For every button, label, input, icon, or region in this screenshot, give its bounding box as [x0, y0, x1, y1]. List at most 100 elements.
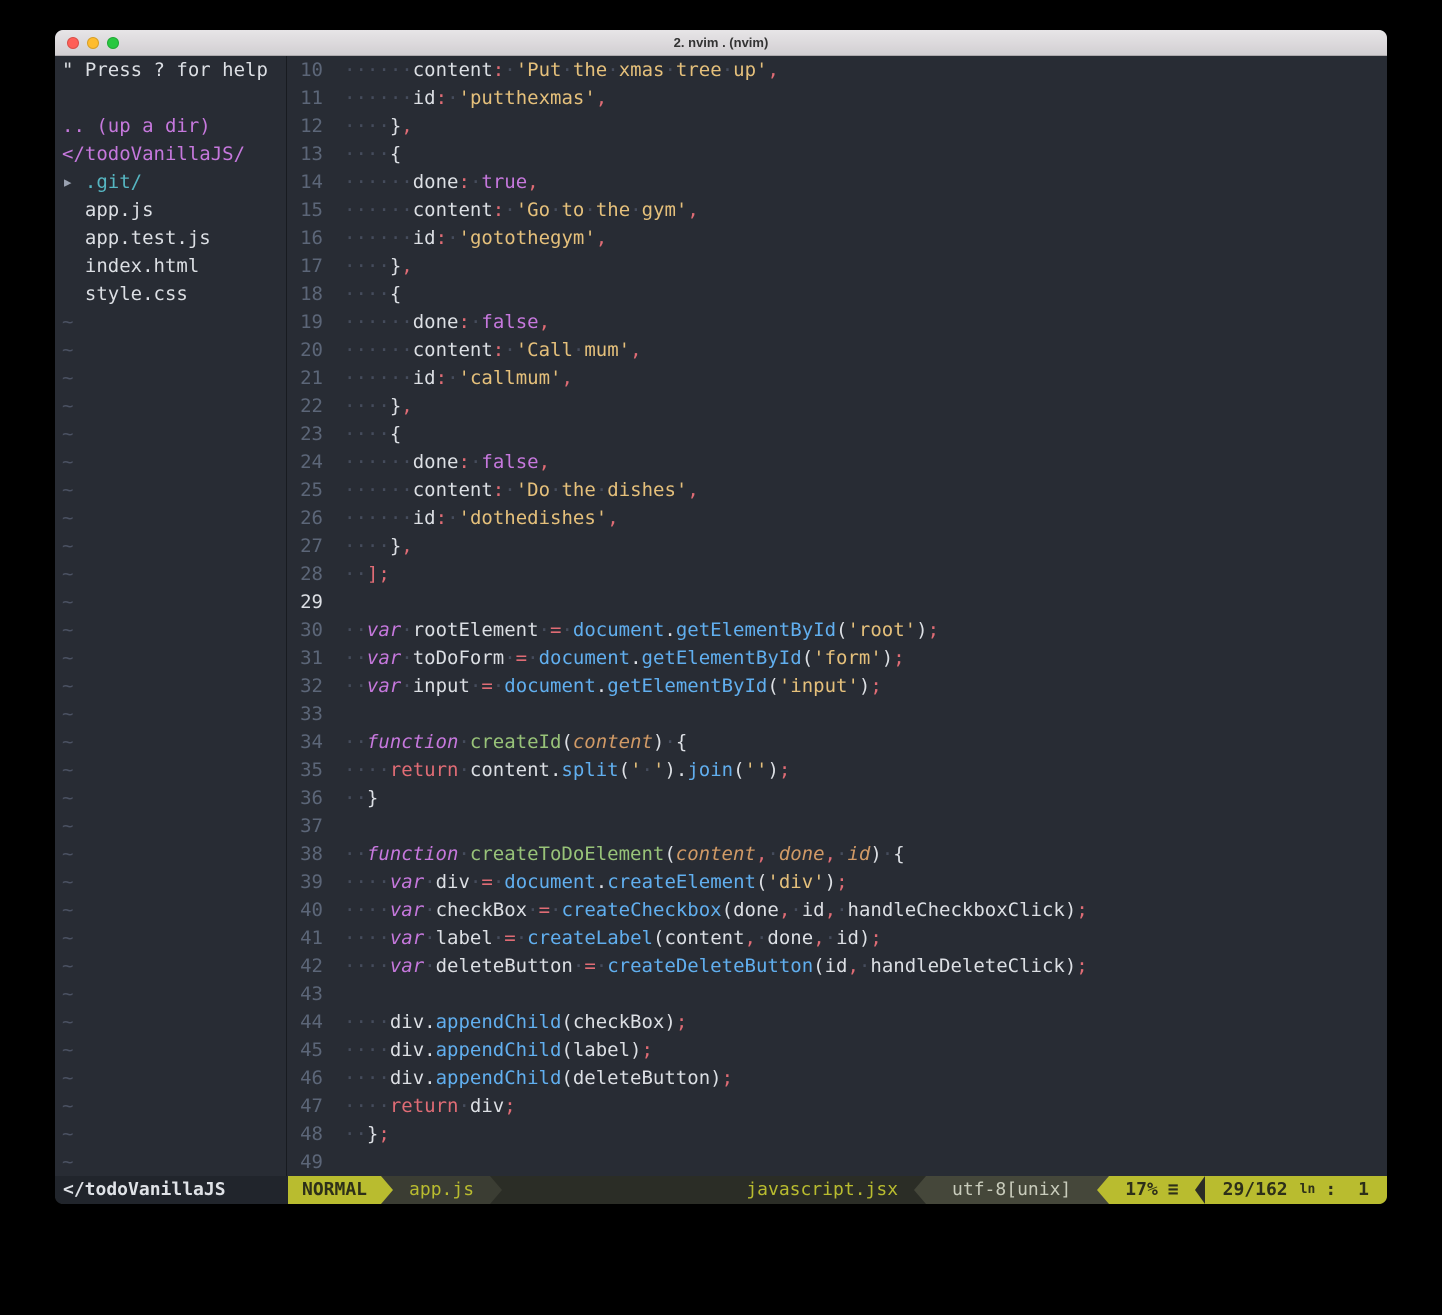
line-number: 29: [287, 588, 323, 616]
code-line[interactable]: 30 ··var·rootElement·=·document.getElemen…: [287, 616, 1387, 644]
code-text: ······id:·'putthexmas',: [344, 87, 607, 109]
code-line[interactable]: 23····{: [287, 420, 1387, 448]
empty-line-marker: ~: [62, 1148, 286, 1176]
code-line[interactable]: 32··var·input·=·document.getElementById(…: [287, 672, 1387, 700]
code-line[interactable]: 17····},: [287, 252, 1387, 280]
line-number: 24: [287, 448, 323, 476]
tree-item[interactable]: index.html: [62, 252, 286, 280]
code-line[interactable]: 48··};: [287, 1120, 1387, 1148]
line-number: 20: [287, 336, 323, 364]
code-line[interactable]: 27····},: [287, 532, 1387, 560]
code-line[interactable]: 10······content:·'Put·the·xmas·tree·up',: [287, 56, 1387, 84]
code-line[interactable]: 38··function·createToDoElement(content,·…: [287, 840, 1387, 868]
powerline-separator-icon: [381, 1176, 393, 1204]
tree-item[interactable]: .. (up a dir): [62, 112, 286, 140]
line-number: 37: [287, 812, 323, 840]
code-line[interactable]: 16······id:·'gotothegym',: [287, 224, 1387, 252]
code-text: ····var·checkBox·=·createCheckbox(done,·…: [344, 899, 1088, 921]
code-line[interactable]: 12····},: [287, 112, 1387, 140]
line-number: 47: [287, 1092, 323, 1120]
empty-line-marker: ~: [62, 560, 286, 588]
powerline-separator-icon: [914, 1176, 926, 1204]
code-line[interactable]: 11······id:·'putthexmas',: [287, 84, 1387, 112]
code-line[interactable]: 22····},: [287, 392, 1387, 420]
code-line[interactable]: 36··}: [287, 784, 1387, 812]
empty-line-marker: ~: [62, 728, 286, 756]
code-line[interactable]: 44····div.appendChild(checkBox);: [287, 1008, 1387, 1036]
empty-line-marker: ~: [62, 896, 286, 924]
window-title: 2. nvim . (nvim): [674, 35, 769, 50]
code-line[interactable]: 45····div.appendChild(label);: [287, 1036, 1387, 1064]
line-number: 42: [287, 952, 323, 980]
traffic-lights: [67, 30, 119, 56]
code-text: ····},: [344, 115, 413, 137]
code-text: ······done:·true,: [344, 171, 539, 193]
line-number: 43: [287, 980, 323, 1008]
tree-item[interactable]: " Press ? for help: [62, 56, 286, 84]
tree-item[interactable]: style.css: [62, 280, 286, 308]
line-number: 45: [287, 1036, 323, 1064]
empty-line-marker: ~: [62, 924, 286, 952]
code-text: ····var·deleteButton·=·createDeleteButto…: [344, 955, 1088, 977]
statusline-filetype: javascript.jsx: [746, 1176, 914, 1204]
code-line[interactable]: 34··function·createId(content)·{: [287, 728, 1387, 756]
tree-blank-line: [62, 84, 286, 112]
code-text: ····var·div·=·document.createElement('di…: [344, 871, 848, 893]
line-number: 38: [287, 840, 323, 868]
tree-item[interactable]: app.test.js: [62, 224, 286, 252]
code-line[interactable]: 14······done:·true,: [287, 168, 1387, 196]
code-text: ······content:·'Do·the·dishes',: [344, 479, 699, 501]
line-number: 26: [287, 504, 323, 532]
file-tree[interactable]: " Press ? for help .. (up a dir)</todoVan…: [55, 56, 287, 1176]
empty-line-marker: ~: [62, 672, 286, 700]
line-number: 46: [287, 1064, 323, 1092]
code-line[interactable]: 31··var·toDoForm·=·document.getElementBy…: [287, 644, 1387, 672]
code-line[interactable]: 47····return·div;: [287, 1092, 1387, 1120]
tree-item[interactable]: app.js: [62, 196, 286, 224]
code-line[interactable]: 49: [287, 1148, 1387, 1176]
code-line[interactable]: 28··];: [287, 560, 1387, 588]
code-line[interactable]: 21······id:·'callmum',: [287, 364, 1387, 392]
code-text: ····{: [344, 423, 401, 445]
code-line[interactable]: 46····div.appendChild(deleteButton);: [287, 1064, 1387, 1092]
code-text: ··var·rootElement·=·document.getElementB…: [344, 619, 939, 641]
editor-buffer[interactable]: 10······content:·'Put·the·xmas·tree·up',…: [287, 56, 1387, 1176]
line-number: 40: [287, 896, 323, 924]
tree-item[interactable]: </todoVanillaJS/: [62, 140, 286, 168]
code-line[interactable]: 37: [287, 812, 1387, 840]
code-line[interactable]: 43: [287, 980, 1387, 1008]
line-number: 21: [287, 364, 323, 392]
empty-line-marker: ~: [62, 756, 286, 784]
close-button[interactable]: [67, 37, 79, 49]
code-text: ······content:·'Put·the·xmas·tree·up',: [344, 59, 779, 81]
line-number: 30: [287, 616, 323, 644]
zoom-button[interactable]: [107, 37, 119, 49]
code-line[interactable]: 19······done:·false,: [287, 308, 1387, 336]
code-text: ····{: [344, 143, 401, 165]
line-number: 19: [287, 308, 323, 336]
code-line[interactable]: 13····{: [287, 140, 1387, 168]
code-line[interactable]: 35····return·content.split('·').join('')…: [287, 756, 1387, 784]
code-line[interactable]: 33: [287, 700, 1387, 728]
statusline-filename: app.js: [393, 1176, 490, 1204]
code-line[interactable]: 26······id:·'dothedishes',: [287, 504, 1387, 532]
code-line[interactable]: 20······content:·'Call·mum',: [287, 336, 1387, 364]
minimize-button[interactable]: [87, 37, 99, 49]
code-line[interactable]: 40 ····var·checkBox·=·createCheckbox(done…: [287, 896, 1387, 924]
code-line[interactable]: 18····{: [287, 280, 1387, 308]
code-line[interactable]: 15······content:·'Go·to·the·gym',: [287, 196, 1387, 224]
code-line[interactable]: 42 ····var·deleteButton·=·createDeleteBut…: [287, 952, 1387, 980]
powerline-separator-icon: [1195, 1176, 1205, 1204]
code-line[interactable]: 24······done:·false,: [287, 448, 1387, 476]
code-line[interactable]: 41····var·label·=·createLabel(content,·d…: [287, 924, 1387, 952]
code-line[interactable]: 29: [287, 588, 1387, 616]
nvim-content: " Press ? for help .. (up a dir)</todoVan…: [55, 56, 1387, 1176]
line-number: 22: [287, 392, 323, 420]
empty-line-marker: ~: [62, 700, 286, 728]
tree-item[interactable]: ▸ .git/: [62, 168, 286, 196]
code-line[interactable]: 25······content:·'Do·the·dishes',: [287, 476, 1387, 504]
code-text: ····},: [344, 535, 413, 557]
empty-line-marker: ~: [62, 504, 286, 532]
code-line[interactable]: 39····var·div·=·document.createElement('…: [287, 868, 1387, 896]
column-info: 1: [1358, 1176, 1369, 1204]
